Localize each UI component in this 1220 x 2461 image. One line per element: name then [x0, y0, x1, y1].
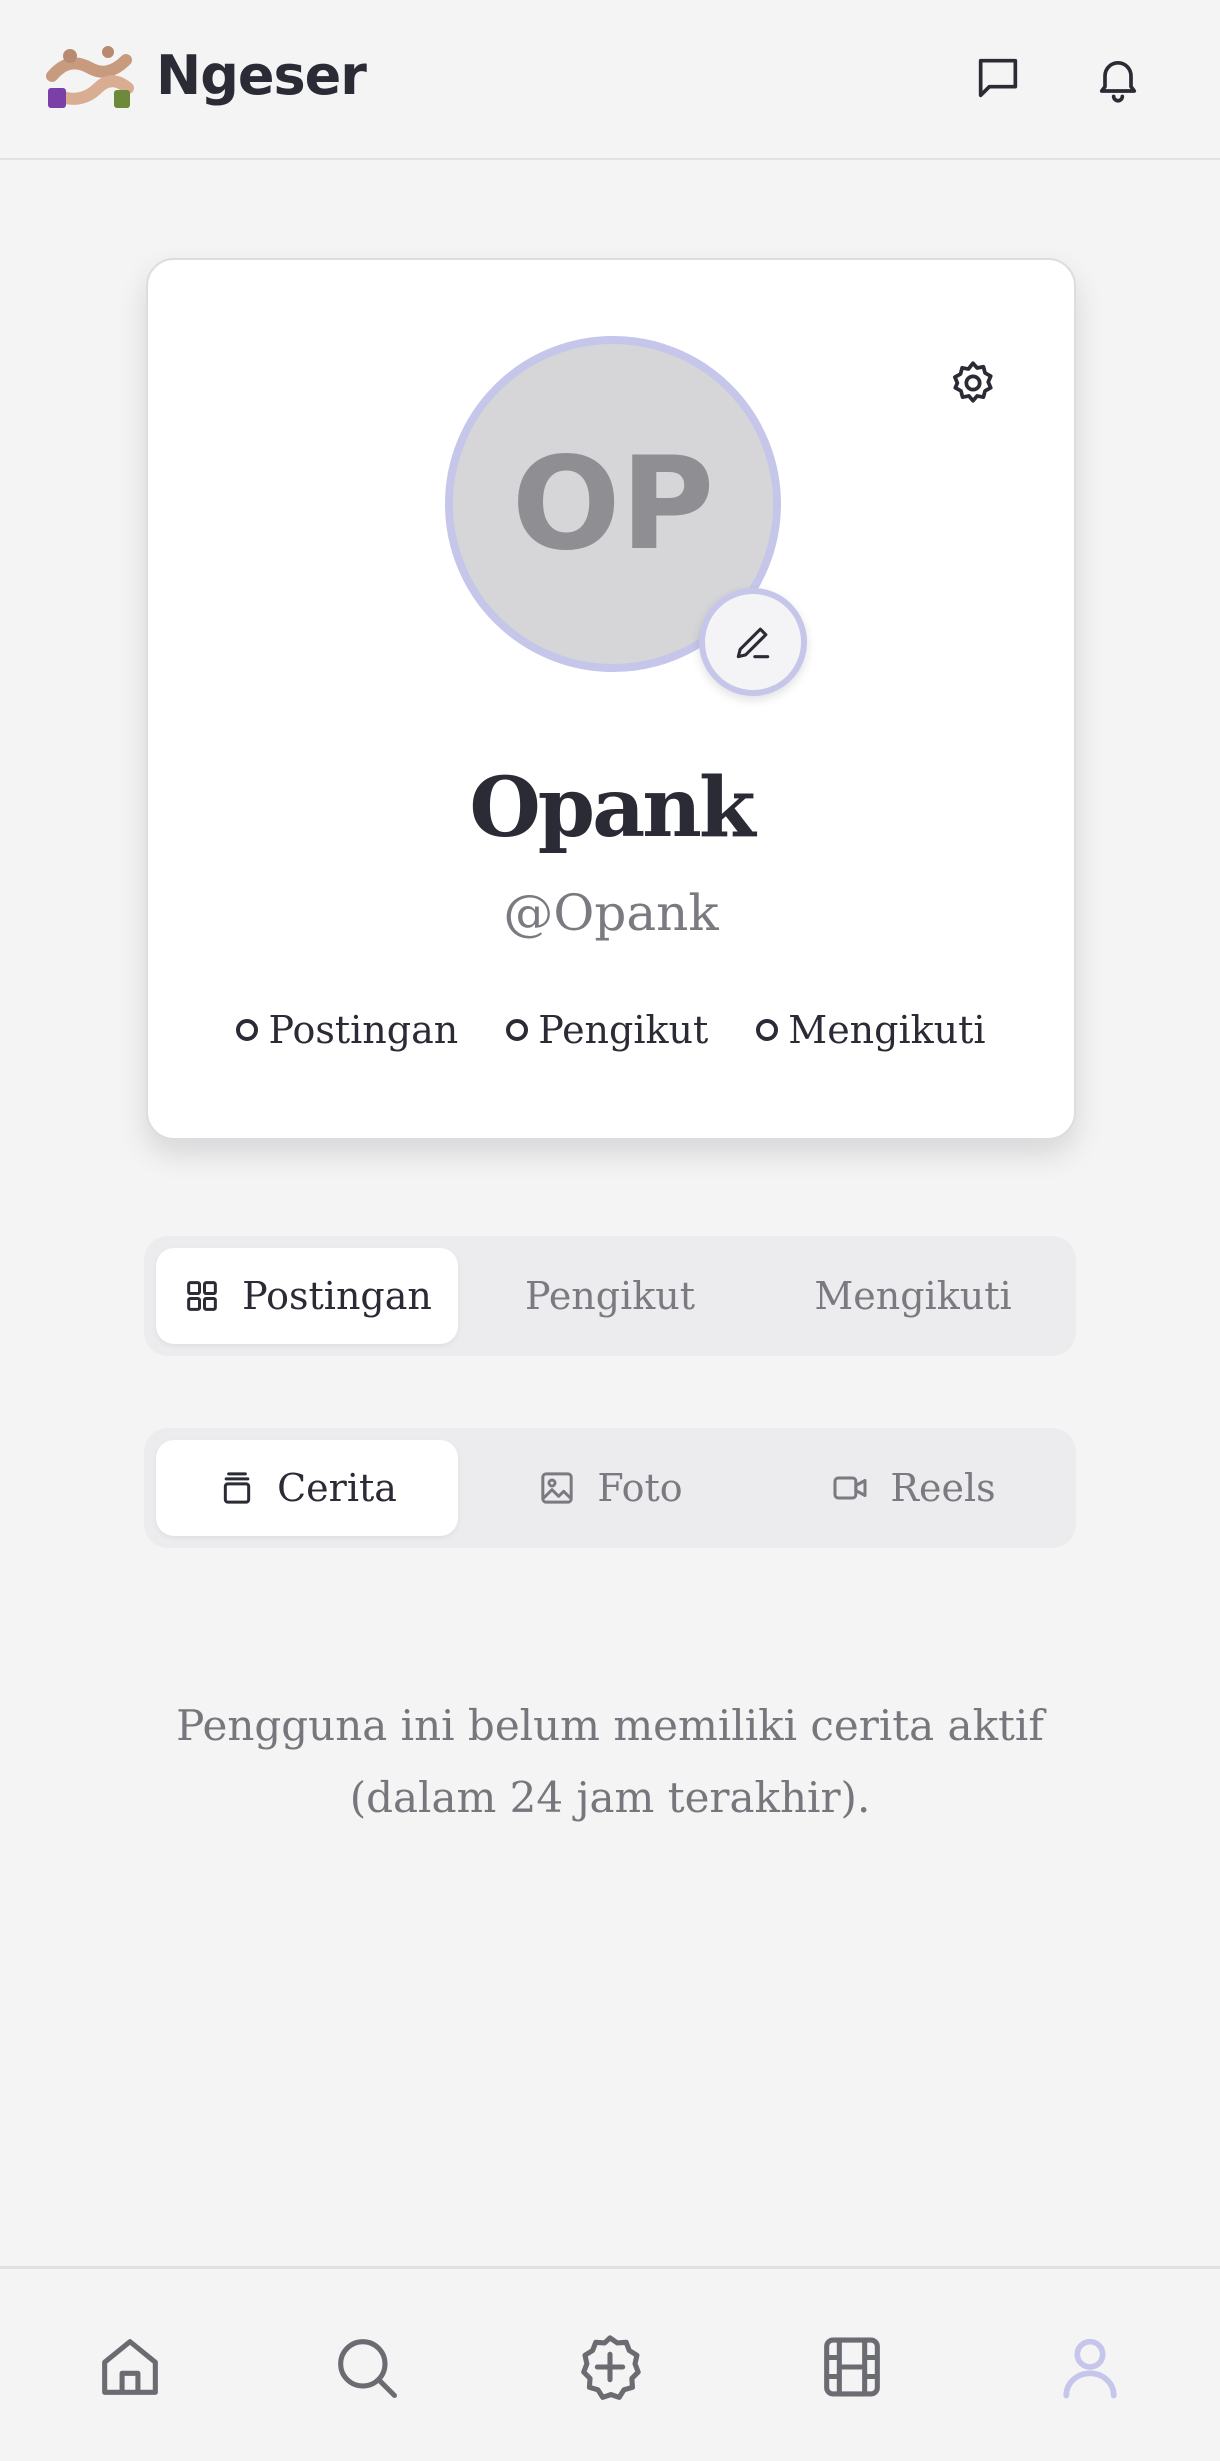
app-title: Ngeser [156, 44, 367, 107]
profile-stats: Postingan Pengikut Mengikuti [148, 1008, 1074, 1052]
content-type-tabs: Cerita Foto Reels [144, 1428, 1076, 1548]
stat-posts[interactable]: Postingan [236, 1008, 458, 1052]
app-logo[interactable] [46, 42, 134, 114]
stack-icon [223, 1472, 251, 1504]
profile-handle: @Opank [503, 884, 719, 942]
profile-main-tabs: Postingan Pengikut Mengikuti [144, 1236, 1076, 1356]
image-icon [541, 1472, 573, 1504]
profile-icon[interactable] [1052, 2329, 1128, 2405]
stat-following[interactable]: Mengikuti [756, 1008, 986, 1052]
stat-followers[interactable]: Pengikut [506, 1008, 708, 1052]
tab-label: Foto [597, 1466, 683, 1510]
empty-state-line: (dalam 24 jam terakhir). [349, 1773, 871, 1822]
search-icon[interactable] [328, 2329, 404, 2405]
edit-avatar-button[interactable] [699, 588, 807, 696]
empty-state-line: Pengguna ini belum memiliki cerita aktif [176, 1701, 1044, 1750]
tab-pengikut[interactable]: Pengikut [459, 1248, 761, 1344]
stat-label: Mengikuti [788, 1008, 986, 1052]
avatar-initials: OP [511, 429, 715, 579]
tab-foto[interactable]: Foto [459, 1440, 761, 1536]
tab-postingan[interactable]: Postingan [156, 1248, 458, 1344]
stat-label: Postingan [268, 1008, 459, 1052]
stat-label: Pengikut [538, 1008, 709, 1052]
tab-cerita[interactable]: Cerita [156, 1440, 458, 1536]
tab-reels[interactable]: Reels [762, 1440, 1064, 1536]
stat-dot [506, 1019, 529, 1041]
grid-icon [187, 1281, 217, 1311]
empty-state-message: Pengguna ini belum memiliki cerita aktif… [144, 1690, 1076, 1834]
messages-icon[interactable] [972, 52, 1024, 104]
reels-film-icon[interactable] [814, 2329, 890, 2405]
home-icon[interactable] [92, 2329, 168, 2405]
settings-gear-icon[interactable] [948, 358, 998, 408]
tab-label: Postingan [242, 1274, 432, 1318]
notifications-bell-icon[interactable] [1092, 52, 1144, 104]
tab-mengikuti[interactable]: Mengikuti [762, 1248, 1064, 1344]
tab-label: Reels [890, 1466, 996, 1510]
profile-name: Opank [469, 760, 755, 856]
pencil-icon [736, 627, 770, 659]
profile-card: OP Opank @Opank Postingan Pengikut Mengi… [146, 258, 1076, 1140]
stat-dot [756, 1019, 779, 1041]
tab-label: Mengikuti [814, 1274, 1012, 1318]
stat-dot [236, 1019, 259, 1041]
create-post-icon[interactable] [572, 2329, 648, 2405]
top-app-bar: Ngeser [0, 0, 1220, 160]
tab-label: Cerita [277, 1466, 397, 1510]
bottom-navigation [0, 2266, 1220, 2461]
video-icon [833, 1476, 867, 1500]
tab-label: Pengikut [524, 1274, 696, 1318]
